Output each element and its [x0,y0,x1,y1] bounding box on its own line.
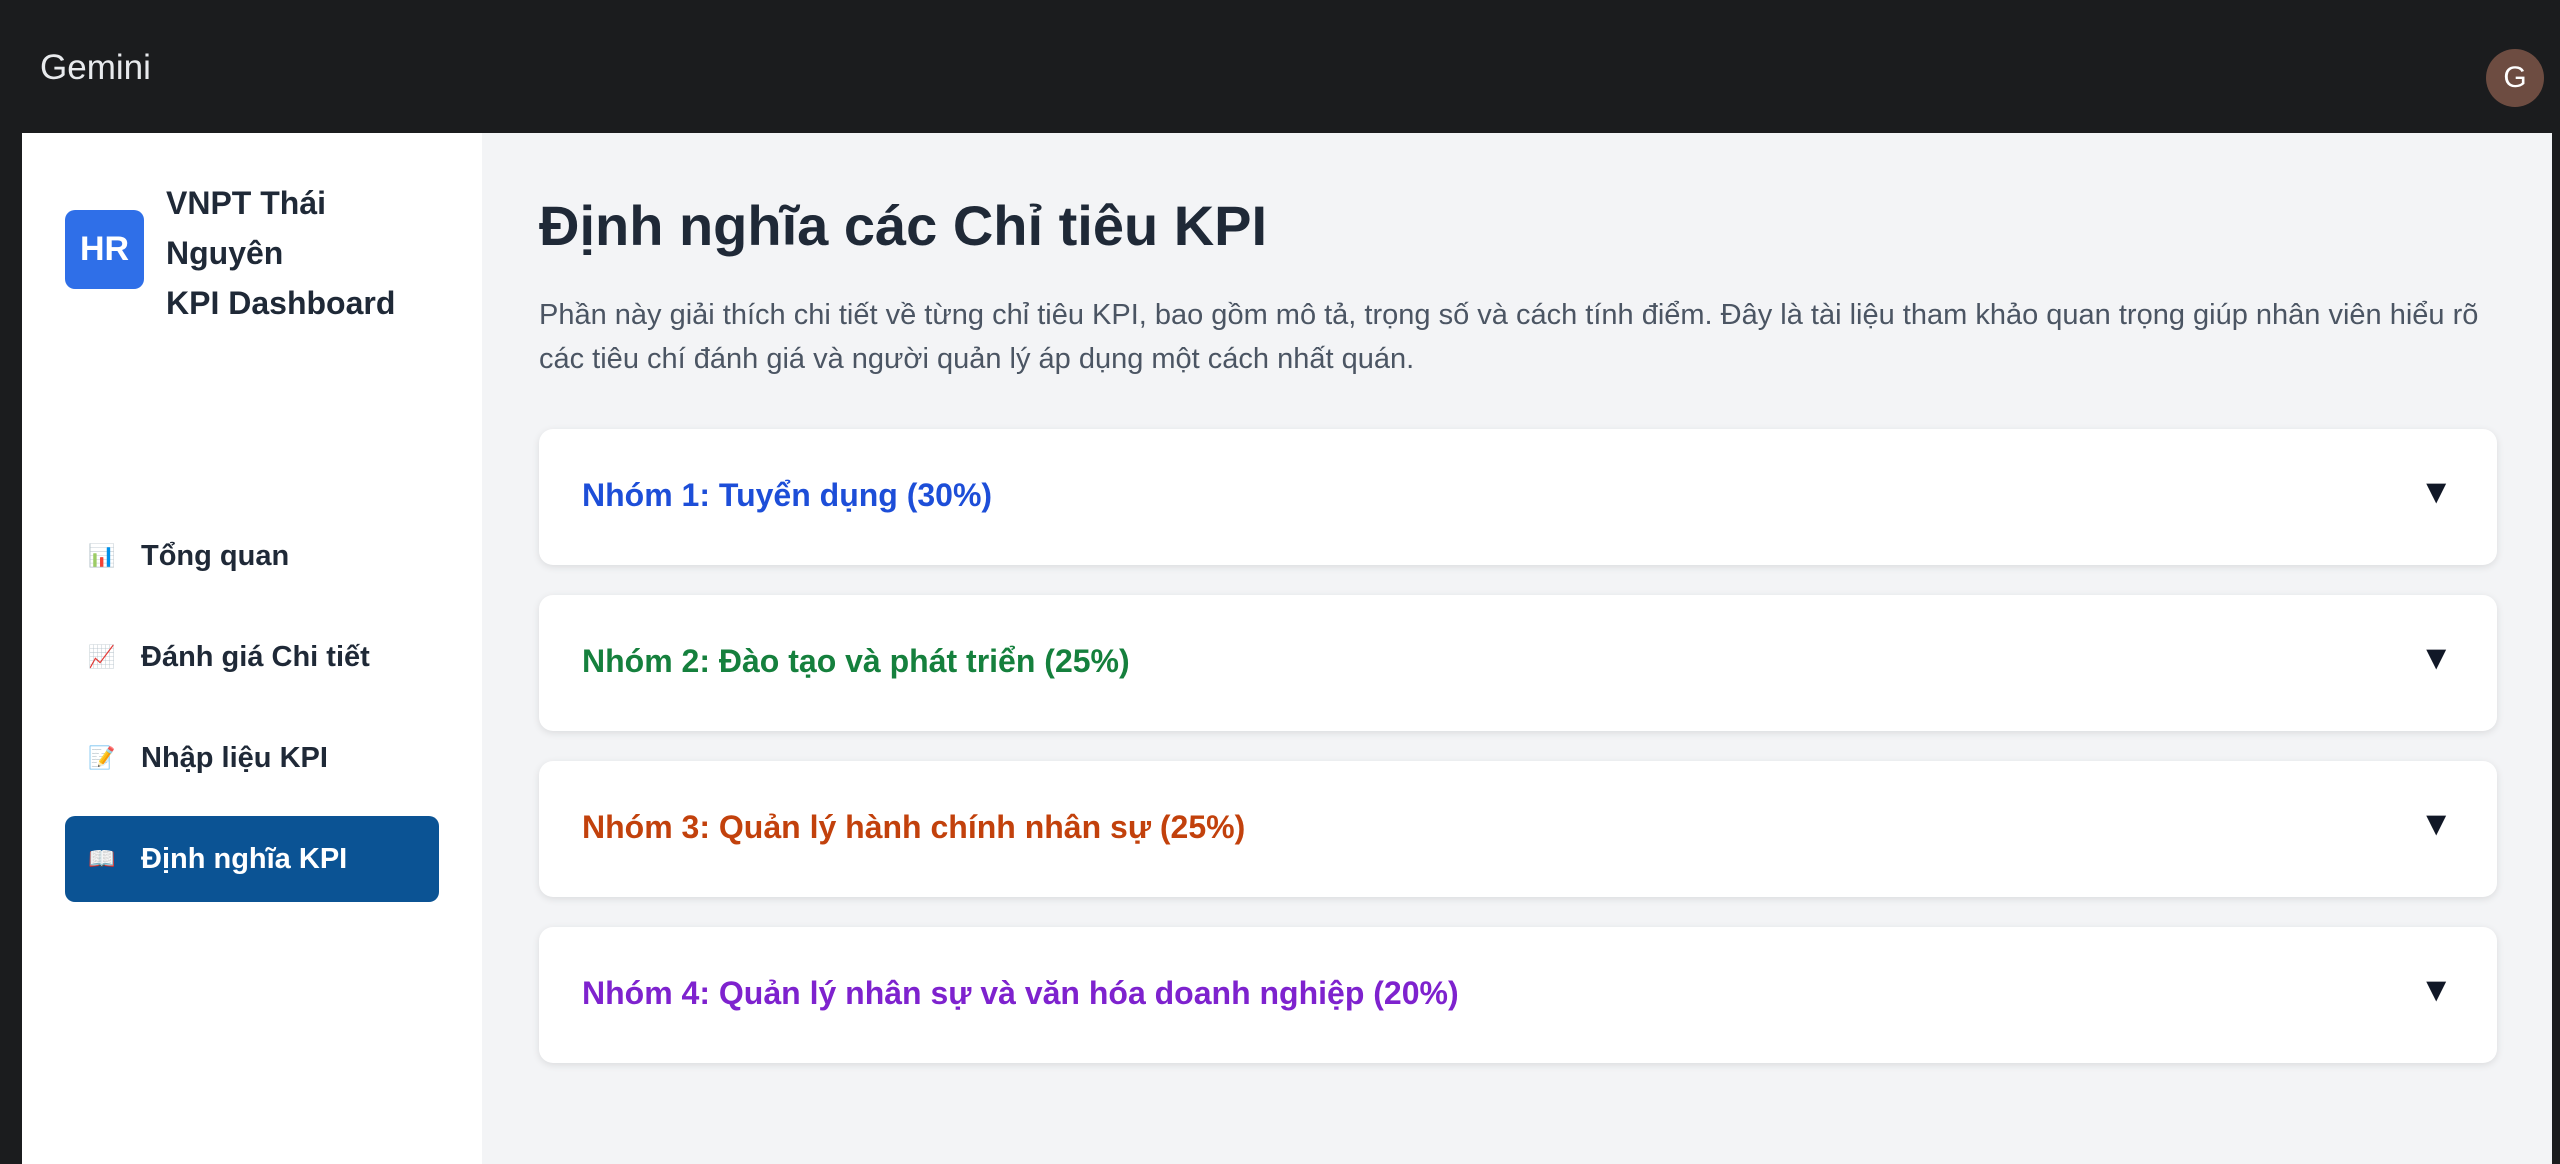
kpi-group-accordion[interactable]: Nhóm 2: Đào tạo và phát triển (25%) ▼ [539,595,2497,731]
app-title: Gemini [40,48,151,87]
chevron-down-icon: ▼ [2419,971,2453,1009]
page-title: Định nghĩa các Chỉ tiêu KPI [539,194,1268,257]
kpi-group-title: Nhóm 2: Đào tạo và phát triển (25%) [582,643,1130,679]
brand: HR VNPT Thái Nguyên KPI Dashboard [65,178,426,328]
chevron-down-icon: ▼ [2419,805,2453,843]
brand-line: VNPT Thái [166,185,327,221]
page-description: Phần này giải thích chi tiết về từng chỉ… [539,299,2479,375]
bar-chart-icon: 📊 [88,543,116,568]
sidebar-item-tong-quan[interactable]: 📊 Tổng quan [65,513,439,599]
brand-line: KPI Dashboard [166,285,396,321]
app-frame: HR VNPT Thái Nguyên KPI Dashboard 📊 Tổng… [22,133,2552,1164]
user-avatar[interactable]: G [2486,49,2544,107]
chevron-down-icon: ▼ [2419,473,2453,511]
sidebar-item-danh-gia-chi-tiet[interactable]: 📈 Đánh giá Chi tiết [65,614,439,700]
sidebar-nav: 📊 Tổng quan 📈 Đánh giá Chi tiết 📝 Nhập l… [65,513,439,917]
kpi-group-title: Nhóm 3: Quản lý hành chính nhân sự (25%) [582,809,1246,845]
memo-icon: 📝 [88,745,116,770]
chevron-down-icon: ▼ [2419,639,2453,677]
book-icon: 📖 [88,846,116,871]
sidebar-item-label: Đánh giá Chi tiết [141,640,370,673]
kpi-group-title: Nhóm 4: Quản lý nhân sự và văn hóa doanh… [582,975,1459,1011]
kpi-group-accordion[interactable]: Nhóm 1: Tuyển dụng (30%) ▼ [539,429,2497,565]
brand-logo: HR [65,210,144,289]
sidebar-item-nhap-lieu-kpi[interactable]: 📝 Nhập liệu KPI [65,715,439,801]
sidebar-item-dinh-nghia-kpi[interactable]: 📖 Định nghĩa KPI [65,816,439,902]
sidebar: HR VNPT Thái Nguyên KPI Dashboard 📊 Tổng… [22,133,482,1164]
kpi-group-title: Nhóm 1: Tuyển dụng (30%) [582,477,993,513]
sidebar-item-label: Định nghĩa KPI [141,842,348,875]
kpi-group-accordion[interactable]: Nhóm 3: Quản lý hành chính nhân sự (25%)… [539,761,2497,897]
kpi-group-accordion[interactable]: Nhóm 4: Quản lý nhân sự và văn hóa doanh… [539,927,2497,1063]
brand-name: VNPT Thái Nguyên KPI Dashboard [166,178,426,328]
sidebar-item-label: Tổng quan [141,539,290,572]
kpi-group-list: Nhóm 1: Tuyển dụng (30%) ▼ Nhóm 2: Đào t… [539,429,2497,1093]
main-content: Định nghĩa các Chỉ tiêu KPI Phần này giả… [539,133,2522,1164]
sidebar-item-label: Nhập liệu KPI [141,741,328,774]
top-bar: Gemini G [0,6,2560,133]
trend-chart-icon: 📈 [88,644,116,669]
brand-line: Nguyên [166,235,284,271]
